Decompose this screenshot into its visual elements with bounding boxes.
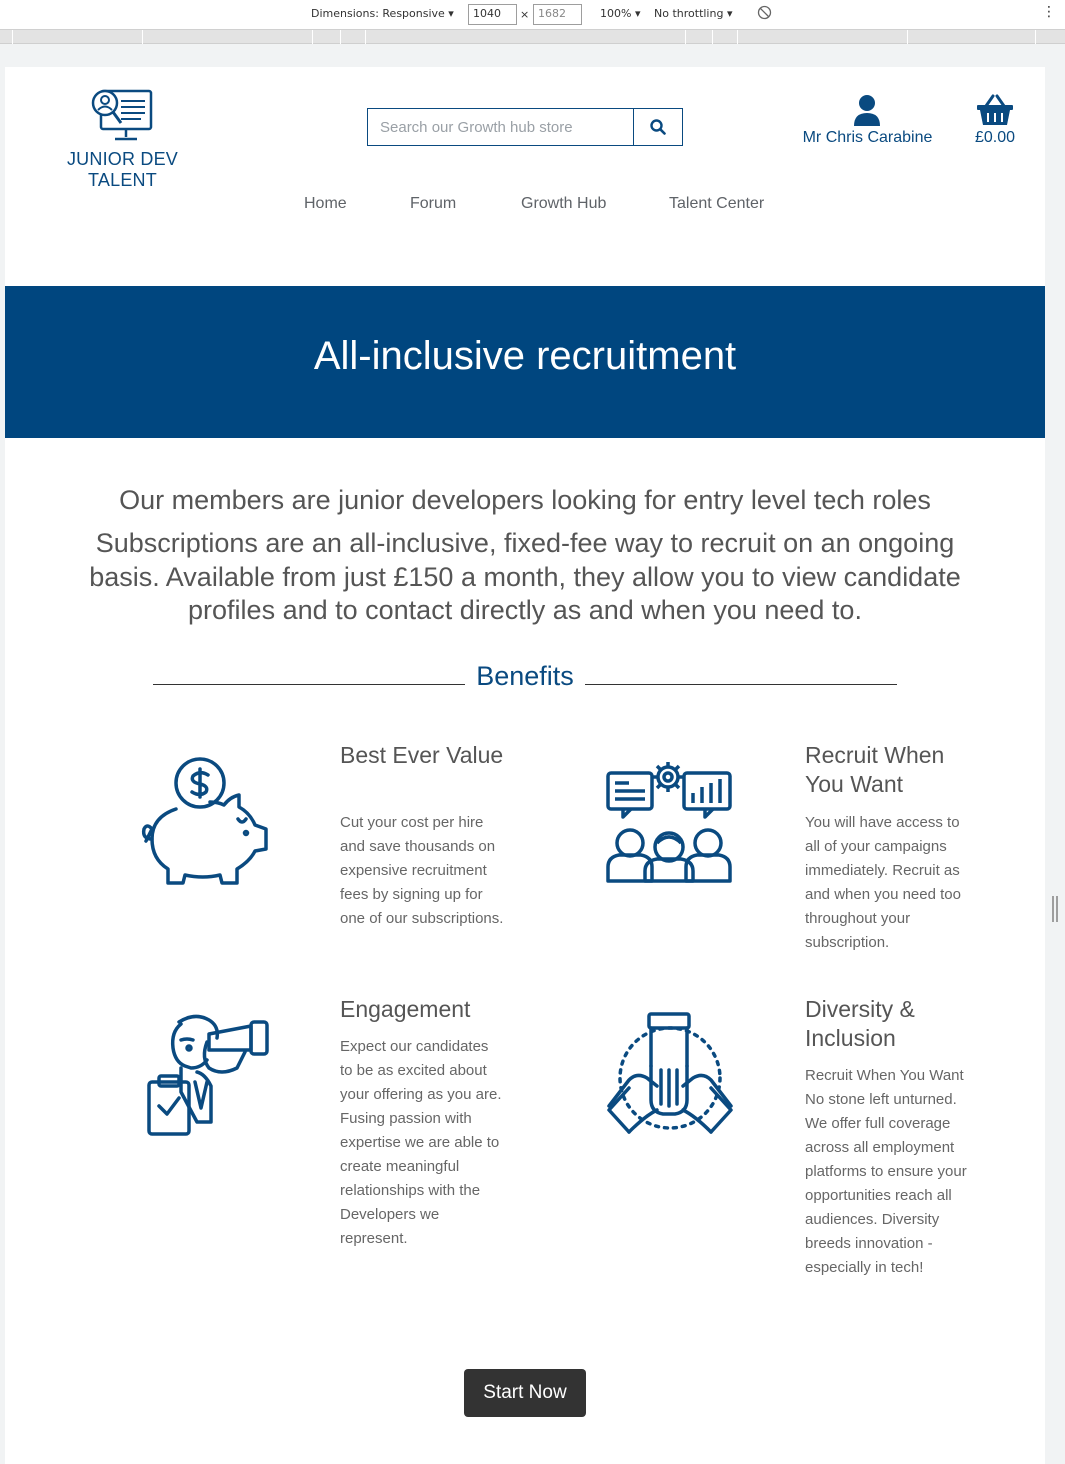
feature-text-engagement: Expect our candidates to be as excited a… — [340, 1038, 502, 1247]
logo-monitor-search-icon — [91, 89, 153, 141]
intro-text: Subscriptions are an all-inclusive, fixe… — [89, 528, 961, 625]
search-input[interactable] — [368, 109, 634, 145]
more-options-icon[interactable]: ⋮ — [1042, 4, 1056, 20]
hands-together-icon — [607, 1012, 733, 1134]
basket-icon — [977, 94, 1013, 125]
zoom-dropdown[interactable]: 100% ▾ — [600, 7, 640, 20]
dimensions-label: Dimensions: Responsive — [311, 7, 445, 20]
feature-title-best-value: Best Ever Value — [340, 742, 504, 768]
feature-text-diversity: Recruit When You Want No stone left untu… — [805, 1067, 967, 1276]
benefits-heading: Benefits — [476, 661, 574, 691]
dimensions-dropdown[interactable]: Dimensions: Responsive ▾ — [311, 7, 454, 20]
devtools-toolbar: Dimensions: Responsive ▾ 1040 × 1682 100… — [0, 0, 1065, 30]
nav-item-forum[interactable]: Forum — [410, 195, 456, 213]
account-link[interactable]: Mr Chris Carabine — [795, 94, 940, 150]
benefits-divider: Benefits — [153, 657, 897, 697]
throttling-label: No throttling — [654, 7, 724, 20]
main-nav: Home Forum Growth Hub Talent Center — [275, 195, 795, 219]
zoom-label: 100% — [600, 7, 632, 20]
devtools-side-area — [1046, 44, 1065, 1464]
search-button[interactable] — [633, 109, 682, 145]
nav-item-growth-hub[interactable]: Growth Hub — [521, 195, 606, 213]
piggy-bank-icon — [141, 757, 268, 885]
rotate-icon[interactable] — [757, 5, 772, 23]
throttling-dropdown[interactable]: No throttling ▾ — [654, 7, 732, 20]
divider-line-right — [585, 684, 897, 685]
feature-text-recruit-when: You will have access to all of your camp… — [805, 814, 961, 951]
page-viewport: JUNIOR DEV TALENT Mr Chris Carabine £0.0… — [5, 67, 1045, 1464]
feature-title-engagement: Engagement — [340, 996, 471, 1022]
feature-title-diversity: Diversity & Inclusion — [805, 996, 915, 1051]
intro-heading: Our members are junior developers lookin… — [119, 485, 931, 515]
logo-text: JUNIOR DEV TALENT — [66, 149, 178, 190]
feature-text-best-value: Cut your cost per hire and save thousand… — [340, 814, 504, 927]
account-name: Mr Chris Carabine — [802, 129, 933, 146]
search-form — [367, 108, 683, 146]
times-symbol: × — [520, 8, 530, 21]
cart-link[interactable]: £0.00 — [960, 94, 1030, 150]
media-query-ruler — [0, 30, 1065, 44]
feature-title-recruit-when: Recruit When You Want — [805, 742, 945, 797]
site-logo[interactable]: JUNIOR DEV TALENT — [35, 87, 210, 190]
user-icon — [854, 95, 880, 126]
start-now-button[interactable]: Start Now — [464, 1369, 586, 1417]
height-input[interactable]: 1682 — [533, 4, 582, 25]
team-analytics-icon — [606, 762, 732, 883]
width-input[interactable]: 1040 — [468, 4, 517, 25]
cart-total: £0.00 — [974, 129, 1016, 146]
hero-banner: All-inclusive recruitment — [5, 286, 1045, 438]
search-icon — [650, 119, 666, 135]
resize-handle[interactable] — [1052, 896, 1058, 922]
nav-item-talent-center[interactable]: Talent Center — [669, 195, 764, 213]
nav-item-home[interactable]: Home — [304, 195, 347, 213]
hero-title: All-inclusive recruitment — [313, 334, 737, 378]
telescope-person-icon — [147, 1014, 269, 1136]
